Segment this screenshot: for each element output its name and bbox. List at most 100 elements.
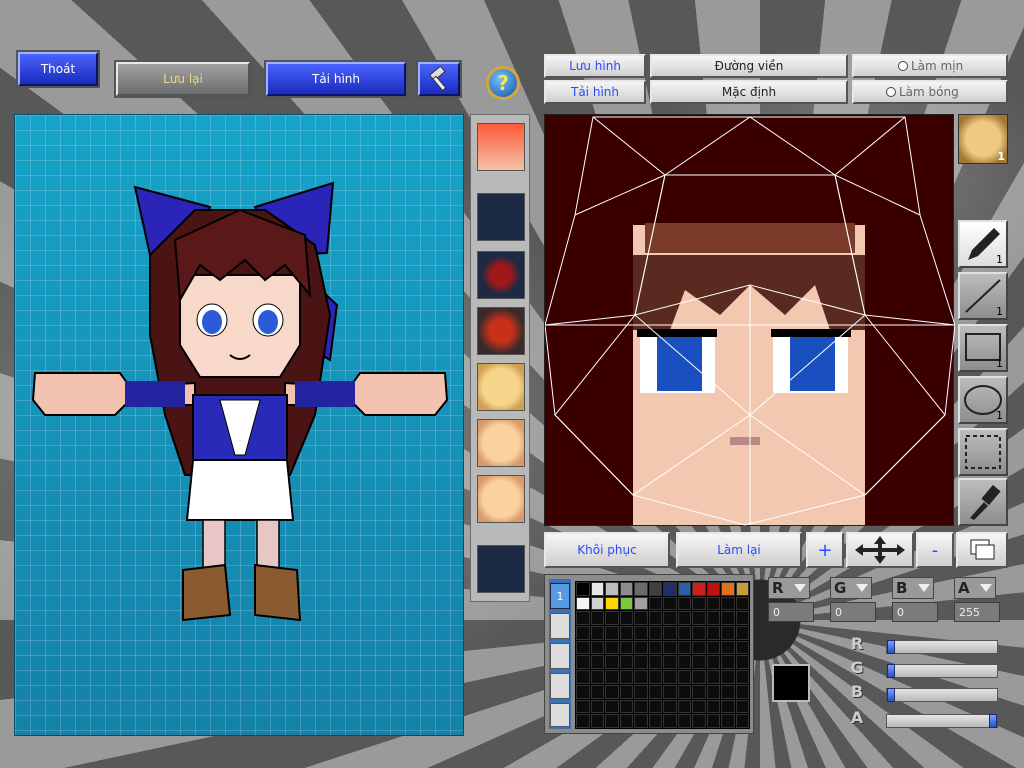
thumb-empty-1[interactable] — [477, 193, 525, 241]
palette-swatch[interactable] — [590, 714, 604, 728]
palette-swatch[interactable] — [735, 714, 749, 728]
channel-a-select[interactable]: A — [954, 577, 996, 599]
palette-swatch[interactable] — [634, 670, 648, 684]
palette-swatch[interactable] — [648, 582, 662, 596]
palette-swatch[interactable] — [619, 699, 633, 714]
palette-swatch[interactable] — [590, 626, 604, 640]
palette-swatch[interactable] — [706, 626, 720, 640]
palette-swatch[interactable] — [706, 640, 720, 655]
palette-swatch[interactable] — [663, 626, 677, 640]
palette-swatch[interactable] — [677, 714, 691, 728]
ellipse-tool[interactable]: 1 — [958, 376, 1008, 424]
slider-r-knob[interactable] — [887, 640, 895, 654]
smooth-radio[interactable] — [898, 61, 908, 71]
palette-swatch[interactable] — [721, 714, 735, 728]
palette-swatch[interactable] — [677, 684, 691, 699]
layers-button[interactable] — [956, 532, 1008, 568]
redo-button[interactable]: Làm lại — [676, 532, 802, 568]
palette-swatch[interactable] — [619, 626, 633, 640]
palette-swatch[interactable] — [648, 611, 662, 626]
hammer-button[interactable] — [416, 60, 462, 98]
palette-swatch[interactable] — [721, 640, 735, 655]
palette-swatch[interactable] — [692, 626, 706, 640]
palette-swatch[interactable] — [663, 640, 677, 655]
palette-swatch[interactable] — [605, 655, 619, 670]
palette-swatch[interactable] — [735, 596, 749, 611]
palette-swatch[interactable] — [648, 626, 662, 640]
palette-swatch[interactable] — [663, 670, 677, 684]
palette-swatch[interactable] — [605, 582, 619, 596]
palette-swatch[interactable] — [648, 699, 662, 714]
help-button[interactable]: ? — [486, 66, 520, 100]
palette-swatch[interactable] — [605, 611, 619, 626]
palette-swatch[interactable] — [721, 699, 735, 714]
palette-swatch[interactable] — [576, 714, 590, 728]
slider-r[interactable] — [886, 640, 998, 654]
palette-swatch[interactable] — [735, 670, 749, 684]
reload-button[interactable]: Tải hình — [264, 60, 408, 98]
palette-swatch[interactable] — [677, 655, 691, 670]
palette-swatch[interactable] — [721, 655, 735, 670]
palette-swatch[interactable] — [619, 596, 633, 611]
palette-swatch[interactable] — [677, 596, 691, 611]
palette-swatch[interactable] — [619, 670, 633, 684]
channel-g-value[interactable]: 0 — [830, 602, 876, 622]
color-palette-grid[interactable] — [575, 581, 750, 729]
palette-swatch[interactable] — [706, 670, 720, 684]
palette-swatch[interactable] — [634, 699, 648, 714]
palette-swatch[interactable] — [648, 640, 662, 655]
thumb-empty-2[interactable] — [477, 545, 525, 593]
palette-swatch[interactable] — [663, 684, 677, 699]
layer-tab-3[interactable] — [550, 643, 570, 669]
palette-swatch[interactable] — [590, 655, 604, 670]
palette-swatch[interactable] — [663, 655, 677, 670]
palette-swatch[interactable] — [663, 699, 677, 714]
palette-swatch[interactable] — [735, 699, 749, 714]
palette-swatch[interactable] — [605, 596, 619, 611]
thumb-hair[interactable] — [477, 251, 525, 299]
palette-swatch[interactable] — [721, 626, 735, 640]
palette-swatch[interactable] — [605, 670, 619, 684]
channel-b-value[interactable]: 0 — [892, 602, 938, 622]
slider-g-knob[interactable] — [887, 664, 895, 678]
palette-swatch[interactable] — [721, 684, 735, 699]
palette-swatch[interactable] — [735, 611, 749, 626]
palette-swatch[interactable] — [677, 611, 691, 626]
palette-swatch[interactable] — [692, 670, 706, 684]
shading-option[interactable]: Làm bóng — [852, 80, 1008, 104]
palette-swatch[interactable] — [576, 684, 590, 699]
palette-swatch[interactable] — [576, 670, 590, 684]
palette-swatch[interactable] — [692, 655, 706, 670]
palette-swatch[interactable] — [605, 699, 619, 714]
palette-swatch[interactable] — [576, 699, 590, 714]
thumb-face-3[interactable] — [477, 475, 525, 523]
zoom-out-button[interactable]: - — [916, 532, 954, 568]
eyedropper-tool[interactable] — [958, 478, 1008, 526]
load-image-button[interactable]: Tải hình — [544, 80, 646, 104]
channel-r-value[interactable]: 0 — [768, 602, 814, 622]
palette-swatch[interactable] — [663, 582, 677, 596]
palette-swatch[interactable] — [605, 714, 619, 728]
select-tool[interactable] — [958, 428, 1008, 476]
palette-swatch[interactable] — [576, 655, 590, 670]
palette-swatch[interactable] — [692, 684, 706, 699]
palette-swatch[interactable] — [721, 670, 735, 684]
layer-tab-5[interactable] — [550, 703, 570, 727]
palette-swatch[interactable] — [692, 582, 706, 596]
palette-swatch[interactable] — [648, 670, 662, 684]
palette-swatch[interactable] — [692, 714, 706, 728]
palette-swatch[interactable] — [576, 626, 590, 640]
palette-swatch[interactable] — [619, 611, 633, 626]
rectangle-tool[interactable]: 1 — [958, 324, 1008, 372]
palette-swatch[interactable] — [576, 596, 590, 611]
texture-editor-canvas[interactable] — [544, 114, 956, 526]
palette-swatch[interactable] — [735, 626, 749, 640]
palette-swatch[interactable] — [735, 582, 749, 596]
palette-swatch[interactable] — [590, 582, 604, 596]
slider-a-knob[interactable] — [989, 714, 997, 728]
move-button[interactable] — [846, 532, 914, 568]
smooth-option[interactable]: Làm mịn — [852, 54, 1008, 78]
palette-swatch[interactable] — [648, 655, 662, 670]
default-button[interactable]: Mặc định — [650, 80, 848, 104]
palette-swatch[interactable] — [634, 626, 648, 640]
